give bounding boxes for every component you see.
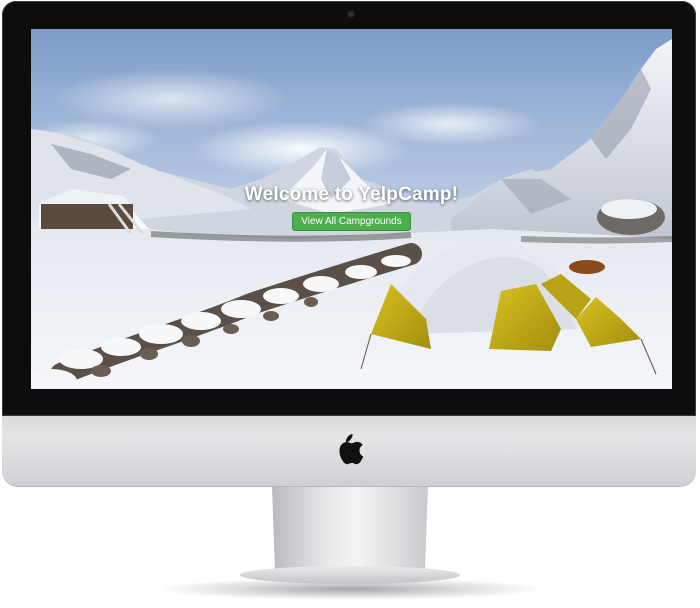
imac-stand [272, 486, 428, 574]
view-all-campgrounds-button[interactable]: View All Campgrounds [292, 212, 411, 231]
screen: Welcome to YelpCamp! View All Campground… [31, 29, 672, 389]
apple-icon [339, 434, 364, 465]
camera-icon [348, 11, 354, 17]
landing-hero: Welcome to YelpCamp! View All Campground… [31, 184, 672, 231]
imac-stand-base [240, 566, 460, 584]
imac-mockup: Welcome to YelpCamp! View All Campground… [0, 0, 700, 608]
imac-bezel: Welcome to YelpCamp! View All Campground… [2, 1, 696, 416]
page-title: Welcome to YelpCamp! [244, 184, 459, 205]
